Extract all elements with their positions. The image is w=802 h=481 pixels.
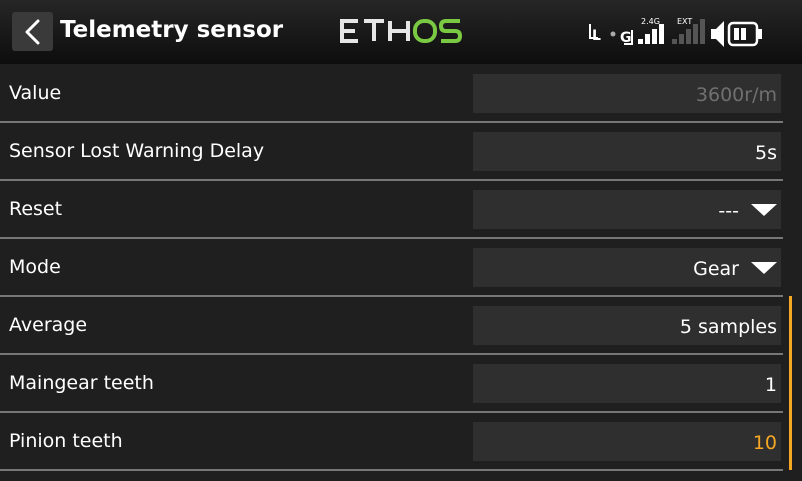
field-value: 3600r/m <box>695 84 777 106</box>
field-value: 5 samples <box>679 316 777 338</box>
settings-row: Maingear teeth 1 <box>0 354 790 412</box>
row-label: Reset <box>9 198 63 220</box>
header-bar: Telemetry sensor L G 2.4G EXT <box>0 0 802 64</box>
value-field[interactable]: 5 samples <box>473 306 781 345</box>
dropdown-field[interactable]: --- <box>473 190 781 229</box>
value-field[interactable]: 5s <box>473 132 781 171</box>
settings-row: Value 3600r/m <box>0 64 790 122</box>
ethos-logo <box>340 19 463 43</box>
row-divider <box>0 469 783 471</box>
settings-row: Pinion teeth 10 <box>0 412 790 470</box>
field-value: 10 <box>752 432 777 454</box>
settings-row: Sensor Lost Warning Delay 5s <box>0 122 790 180</box>
band-ext-label: EXT <box>677 17 692 26</box>
receiver-l-icon: L <box>589 24 601 44</box>
page-title: Telemetry sensor <box>60 17 284 43</box>
dot-icon <box>610 31 616 37</box>
back-button[interactable] <box>12 12 53 51</box>
chevron-left-icon <box>25 19 40 45</box>
settings-row: Average 5 samples <box>0 296 790 354</box>
settings-row: Reset --- <box>0 180 790 238</box>
dropdown-arrow-icon <box>751 262 777 274</box>
indicator-l-text: L <box>592 28 601 44</box>
scrollbar[interactable] <box>789 296 792 470</box>
telemetry-sensor-screen: Telemetry sensor L G 2.4G EXT Value 3600… <box>0 0 802 481</box>
value-field[interactable]: 10 <box>473 422 781 461</box>
row-label: Pinion teeth <box>9 430 123 452</box>
row-label: Maingear teeth <box>9 372 154 394</box>
row-label: Mode <box>9 256 61 278</box>
battery-icon <box>727 21 762 47</box>
dropdown-field[interactable]: Gear <box>473 248 781 287</box>
speaker-icon <box>711 21 724 47</box>
field-value: 5s <box>755 142 777 164</box>
band-24g-label: 2.4G <box>641 17 660 26</box>
row-label: Sensor Lost Warning Delay <box>9 140 265 162</box>
field-value: 1 <box>764 374 777 396</box>
receiver-g-icon: G <box>620 30 633 46</box>
field-value: --- <box>718 200 739 222</box>
row-label: Value <box>9 82 62 104</box>
value-field: 3600r/m <box>473 74 781 113</box>
signal-24g-icon <box>638 24 664 44</box>
settings-row: Mode Gear <box>0 238 790 296</box>
row-label: Average <box>9 314 88 336</box>
dropdown-arrow-icon <box>751 204 777 216</box>
status-icons: L G 2.4G EXT <box>589 17 762 47</box>
field-value: Gear <box>693 258 739 280</box>
value-field[interactable]: 1 <box>473 364 781 403</box>
